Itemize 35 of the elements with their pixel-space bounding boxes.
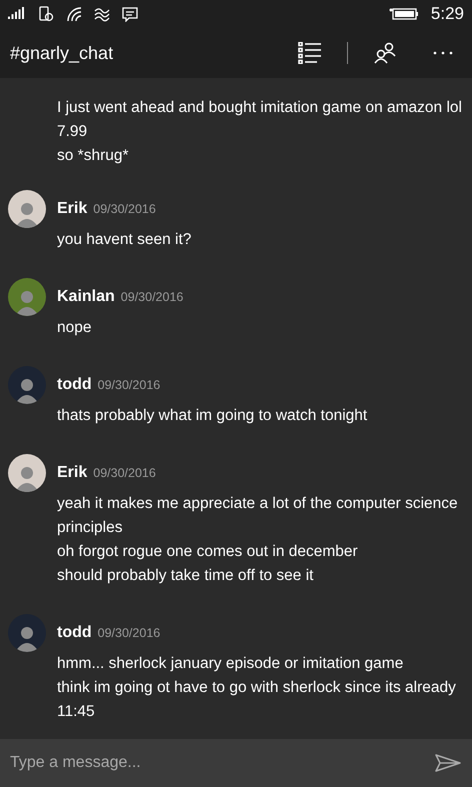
message-text: think im going ot have to go with sherlock since its already 11:45 — [57, 678, 457, 722]
message-date: 09/30/2016 — [120, 290, 184, 304]
message-date: 09/30/2016 — [98, 378, 160, 392]
author-name: todd — [57, 376, 92, 394]
message-input[interactable]: Type a message... — [0, 739, 424, 787]
author-name: todd — [57, 624, 92, 642]
message-text: nope — [57, 318, 92, 338]
message-text: you havent seen it? — [57, 230, 192, 250]
battery-icon — [388, 7, 419, 21]
message-date: 09/30/2016 — [93, 202, 156, 216]
message-date: 09/30/2016 — [93, 466, 156, 480]
message-text: thats probably what im going to watch tonight — [57, 406, 368, 426]
waves-icon — [94, 6, 110, 22]
avatar[interactable] — [8, 278, 46, 316]
message-icon — [122, 6, 138, 22]
message-date: 09/30/2016 — [98, 626, 160, 640]
message-text: so *shrug* — [57, 146, 130, 166]
author-name: Kainlan — [57, 288, 115, 306]
message-text: oh forgot rogue one comes out in december — [57, 542, 359, 562]
wifi-icon — [66, 6, 82, 22]
avatar[interactable] — [8, 614, 46, 652]
author-name: Erik — [57, 200, 88, 218]
clock-time: 5:29 — [430, 4, 464, 24]
channel-title: #gnarly_chat — [10, 42, 114, 64]
send-icon[interactable] — [424, 739, 472, 787]
message-text: should probably take time off to see it — [57, 566, 314, 586]
signal-icon — [8, 7, 26, 21]
message-text: 7.99 — [57, 122, 88, 142]
author-name: Erik — [57, 464, 88, 482]
avatar[interactable] — [8, 190, 46, 228]
message-text: hmm... sherlock january episode or imitation game — [57, 654, 404, 674]
message-text: I just went ahead and bought imitation game on amazon lol — [57, 98, 463, 118]
avatar[interactable] — [8, 454, 46, 492]
avatar[interactable] — [8, 366, 46, 404]
phone-icon — [38, 6, 54, 22]
